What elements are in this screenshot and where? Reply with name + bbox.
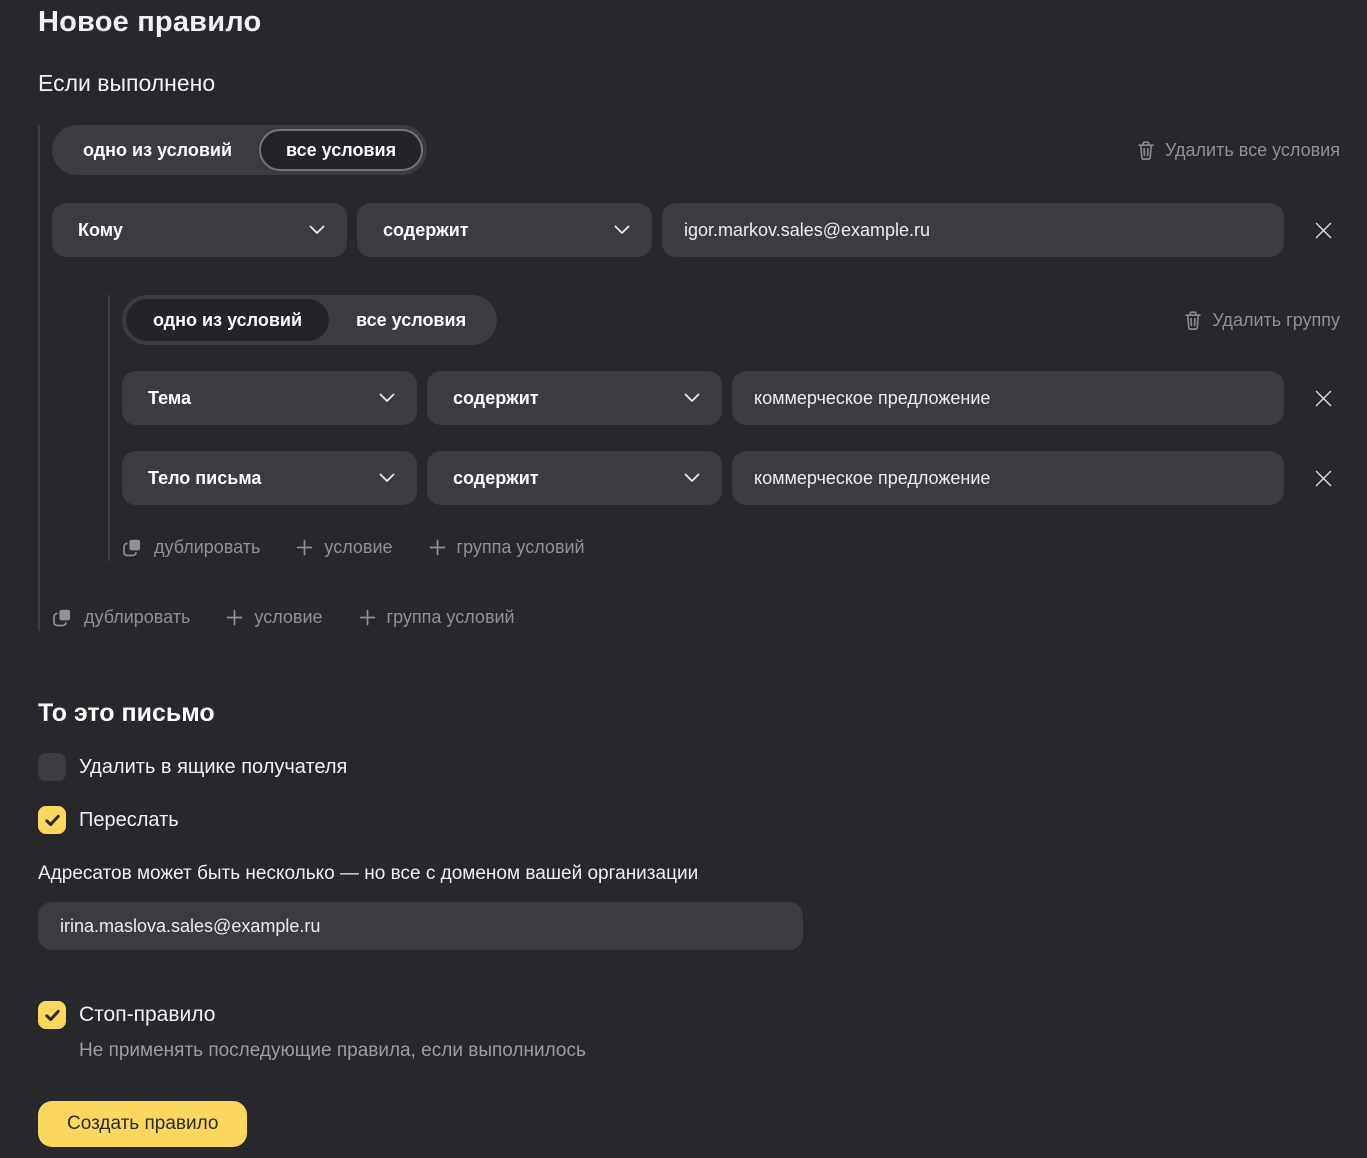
add-group-label: группа условий: [457, 537, 585, 558]
condition-field-select[interactable]: Кому: [52, 203, 347, 257]
remove-condition-button[interactable]: [1306, 213, 1340, 247]
trash-icon: [1136, 140, 1156, 161]
toggle-all-conditions-outer[interactable]: все условия: [259, 129, 423, 171]
condition-operator-value: содержит: [453, 388, 539, 409]
chevron-down-icon: [379, 473, 395, 483]
condition-value-input[interactable]: [662, 203, 1284, 257]
delete-all-conditions-label: Удалить все условия: [1165, 140, 1340, 161]
option-delete-in-mailbox: Удалить в ящике получателя: [38, 753, 1367, 781]
add-condition-label: условие: [324, 537, 392, 558]
delete-in-mailbox-checkbox[interactable]: [38, 753, 66, 781]
condition-operator-select[interactable]: содержит: [427, 451, 722, 505]
condition-operator-select[interactable]: содержит: [357, 203, 652, 257]
if-section-heading: Если выполнено: [38, 70, 1367, 97]
page-title: Новое правило: [38, 6, 1367, 39]
chevron-down-icon: [379, 393, 395, 403]
duplicate-icon: [122, 537, 143, 558]
chevron-down-icon: [684, 393, 700, 403]
checkmark-icon: [44, 812, 61, 829]
forward-address-input[interactable]: [38, 902, 803, 950]
chevron-down-icon: [614, 225, 630, 235]
condition-operator-value: содержит: [383, 220, 469, 241]
plus-icon: [359, 609, 376, 626]
stop-rule-option: Стоп-правило Не применять последующие пр…: [38, 1001, 1367, 1062]
condition-operator-select[interactable]: содержит: [427, 371, 722, 425]
stop-rule-description: Не применять последующие правила, если в…: [79, 1040, 1367, 1062]
add-condition-button[interactable]: условие: [296, 537, 392, 558]
add-group-label: группа условий: [387, 607, 515, 628]
new-rule-form: Новое правило Если выполнено одно из усл…: [0, 0, 1367, 1158]
condition-field-value: Тема: [148, 388, 191, 409]
duplicate-button[interactable]: дублировать: [52, 607, 190, 628]
nested-group-actions: дублировать условие группа условий: [122, 533, 1340, 561]
condition-row-subject: Тема содержит: [122, 371, 1340, 425]
duplicate-label: дублировать: [84, 607, 190, 628]
match-mode-toggle-nested: одно из условий все условия: [122, 295, 497, 345]
condition-value-input[interactable]: [732, 451, 1284, 505]
stop-rule-label: Стоп-правило: [79, 1003, 215, 1027]
toggle-all-conditions-nested[interactable]: все условия: [329, 299, 493, 341]
forward-label: Переслать: [79, 809, 179, 832]
forward-checkbox[interactable]: [38, 806, 66, 834]
toggle-one-of-conditions-nested[interactable]: одно из условий: [126, 299, 329, 341]
chevron-down-icon: [684, 473, 700, 483]
match-mode-toggle-outer: одно из условий все условия: [52, 125, 427, 175]
condition-field-value: Тело письма: [148, 468, 261, 489]
condition-value-input[interactable]: [732, 371, 1284, 425]
delete-all-conditions-button[interactable]: Удалить все условия: [1136, 140, 1340, 161]
outer-group-header: одно из условий все условия Удалить все …: [52, 125, 1340, 175]
condition-row-body: Тело письма содержит: [122, 451, 1340, 505]
conditions-group-outer: одно из условий все условия Удалить все …: [38, 125, 1367, 631]
add-condition-label: условие: [254, 607, 322, 628]
duplicate-icon: [52, 607, 73, 628]
plus-icon: [226, 609, 243, 626]
remove-condition-button[interactable]: [1306, 461, 1340, 495]
close-icon: [1313, 468, 1334, 489]
toggle-one-of-conditions-outer[interactable]: одно из условий: [56, 129, 259, 171]
plus-icon: [296, 539, 313, 556]
conditions-group-nested: одно из условий все условия Удалить груп…: [108, 295, 1340, 561]
plus-icon: [429, 539, 446, 556]
close-icon: [1313, 220, 1334, 241]
option-forward: Переслать: [38, 806, 1367, 834]
condition-field-value: Кому: [78, 220, 123, 241]
checkmark-icon: [44, 1007, 61, 1024]
create-rule-button[interactable]: Создать правило: [38, 1101, 247, 1147]
trash-icon: [1183, 310, 1203, 331]
nested-group-header: одно из условий все условия Удалить груп…: [122, 295, 1340, 345]
delete-in-mailbox-label: Удалить в ящике получателя: [79, 756, 347, 779]
condition-row-recipient: Кому содержит: [52, 203, 1340, 257]
add-condition-button[interactable]: условие: [226, 607, 322, 628]
duplicate-button[interactable]: дублировать: [122, 537, 260, 558]
remove-condition-button[interactable]: [1306, 381, 1340, 415]
close-icon: [1313, 388, 1334, 409]
add-condition-group-button[interactable]: группа условий: [429, 537, 585, 558]
outer-group-actions: дублировать условие группа условий: [52, 603, 1340, 631]
condition-field-select[interactable]: Тема: [122, 371, 417, 425]
chevron-down-icon: [309, 225, 325, 235]
stop-rule-checkbox[interactable]: [38, 1001, 66, 1029]
condition-field-select[interactable]: Тело письма: [122, 451, 417, 505]
forward-hint: Адресатов может быть несколько — но все …: [38, 863, 1367, 885]
duplicate-label: дублировать: [154, 537, 260, 558]
delete-group-button[interactable]: Удалить группу: [1183, 310, 1340, 331]
add-condition-group-button[interactable]: группа условий: [359, 607, 515, 628]
then-section-heading: То это письмо: [38, 699, 1367, 728]
condition-operator-value: содержит: [453, 468, 539, 489]
delete-group-label: Удалить группу: [1212, 310, 1340, 331]
